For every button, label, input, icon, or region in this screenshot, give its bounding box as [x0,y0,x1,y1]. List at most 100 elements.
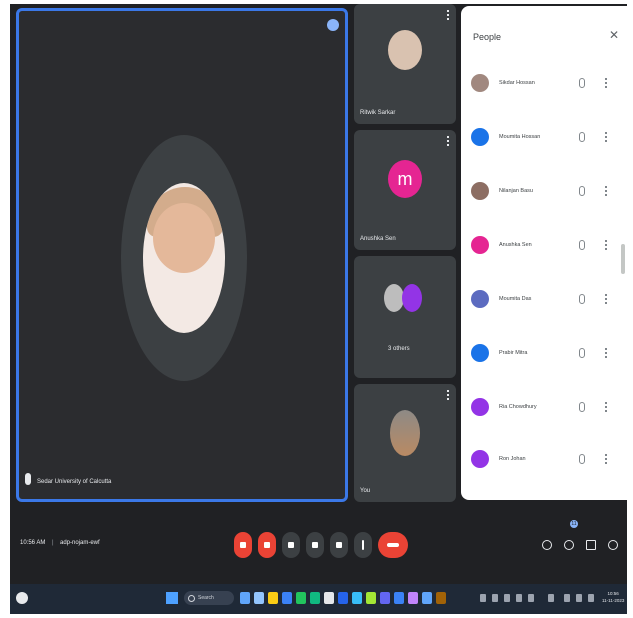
mic-toggle-button[interactable] [234,532,252,558]
clock-time: 10:56 [607,591,619,596]
tray-icon[interactable] [528,594,534,602]
info-icon[interactable] [542,540,552,550]
more-options-icon[interactable] [605,454,607,464]
more-options-icon[interactable] [447,136,450,146]
folder-icon[interactable] [268,592,278,604]
panel-title: People [473,32,502,42]
app-icon[interactable] [366,592,376,604]
participant-tile[interactable]: Ritwik Sarkar [354,4,456,124]
windows-start-icon[interactable] [166,592,178,604]
avatar [402,284,422,312]
app-icon[interactable] [254,592,264,604]
participant-tile[interactable]: m Anushka Sen [354,130,456,250]
app-icon[interactable] [422,592,432,604]
more-options-icon[interactable] [447,390,450,400]
list-item[interactable]: Nilanjan Basu [471,180,621,204]
avatar: m [388,160,422,198]
clock-date: 11-11-2023 [602,598,625,603]
list-item[interactable]: Ria Chowdhury [471,396,621,420]
list-item[interactable]: Sikdar Hossan [471,72,621,96]
participant-name: Sikdar Hossan [499,80,535,86]
main-video-tile[interactable]: Sedar University of Calcutta [16,8,348,502]
app-icon[interactable] [436,592,446,604]
more-options-icon[interactable] [605,402,607,412]
people-icon[interactable] [564,540,574,550]
pin-icon[interactable] [327,19,339,31]
word-icon[interactable] [338,592,348,604]
list-item[interactable]: Moumita Hossan [471,126,621,150]
more-options-icon[interactable] [605,186,607,196]
app-icon[interactable] [408,592,418,604]
list-item[interactable]: Moumita Das [471,288,621,312]
edge-icon[interactable] [282,592,292,604]
tray-icon[interactable] [492,594,498,602]
mic-icon[interactable] [579,454,585,464]
list-item[interactable]: Prabir Mitra [471,342,621,366]
more-options-icon[interactable] [605,78,607,88]
meet-window: Sedar University of Calcutta Ritwik Sark… [10,4,627,584]
captions-icon [288,542,294,548]
taskbar: Search 10:56 11-11-2023 [10,584,627,614]
present-button[interactable] [330,532,348,558]
app-icon[interactable] [352,592,362,604]
people-panel: People ✕ Sikdar Hossan Moumita Hossan Ni… [461,6,627,500]
scrollbar[interactable] [621,244,625,274]
taskbar-search[interactable]: Search [184,591,234,605]
camera-toggle-button[interactable] [258,532,276,558]
list-item[interactable]: Ron Johan [471,448,621,472]
present-icon [336,542,342,548]
more-options-icon[interactable] [605,294,607,304]
tray-icon[interactable] [516,594,522,602]
file-explorer-icon[interactable] [240,592,250,604]
participant-name: Moumita Das [499,296,532,302]
avatar [471,450,489,468]
more-options-icon[interactable] [605,240,607,250]
mic-icon[interactable] [579,132,585,142]
avatar [384,284,404,312]
meeting-time: 10:56 AM [20,540,46,546]
battery-icon[interactable] [588,594,594,602]
chevron-up-icon[interactable] [480,594,486,602]
teams-icon[interactable] [380,592,390,604]
weather-icon[interactable] [16,592,28,604]
tile-label: Anushka Sen [360,236,396,242]
avatar [471,182,489,200]
speaker-icon[interactable] [576,594,582,602]
avatar [471,128,489,146]
taskbar-clock[interactable]: 10:56 11-11-2023 [602,590,624,604]
language-icon[interactable] [548,594,554,602]
app-icon[interactable] [310,592,320,604]
mic-icon[interactable] [579,186,585,196]
raise-hand-button[interactable] [306,532,324,558]
more-options-icon[interactable] [605,132,607,142]
avatar [471,398,489,416]
close-icon[interactable]: ✕ [609,28,619,42]
mic-off-icon [240,542,246,548]
participant-name: Nilanjan Basu [499,188,533,194]
more-options-icon[interactable] [447,10,450,20]
activities-icon[interactable] [608,540,618,550]
mic-icon[interactable] [579,78,585,88]
list-item[interactable]: Anushka Sen [471,234,621,258]
more-options-icon[interactable] [605,348,607,358]
chrome-icon[interactable] [296,592,306,604]
app-icon[interactable] [324,592,334,604]
mic-icon[interactable] [579,348,585,358]
mic-icon[interactable] [579,294,585,304]
captions-button[interactable] [282,532,300,558]
avatar [471,236,489,254]
self-tile[interactable]: You [354,384,456,502]
tile-label: You [360,488,371,494]
chat-icon[interactable] [586,540,596,550]
leave-call-button[interactable] [378,532,408,558]
tile-label: 3 others [388,346,410,352]
more-options-button[interactable] [354,532,372,558]
participant-name: Prabir Mitra [499,350,528,356]
speaker-avatar [121,135,247,381]
app-icon[interactable] [394,592,404,604]
mic-icon[interactable] [579,240,585,250]
participant-tile[interactable]: 3 others [354,256,456,378]
tray-icon[interactable] [504,594,510,602]
mic-icon[interactable] [579,402,585,412]
wifi-icon[interactable] [564,594,570,602]
